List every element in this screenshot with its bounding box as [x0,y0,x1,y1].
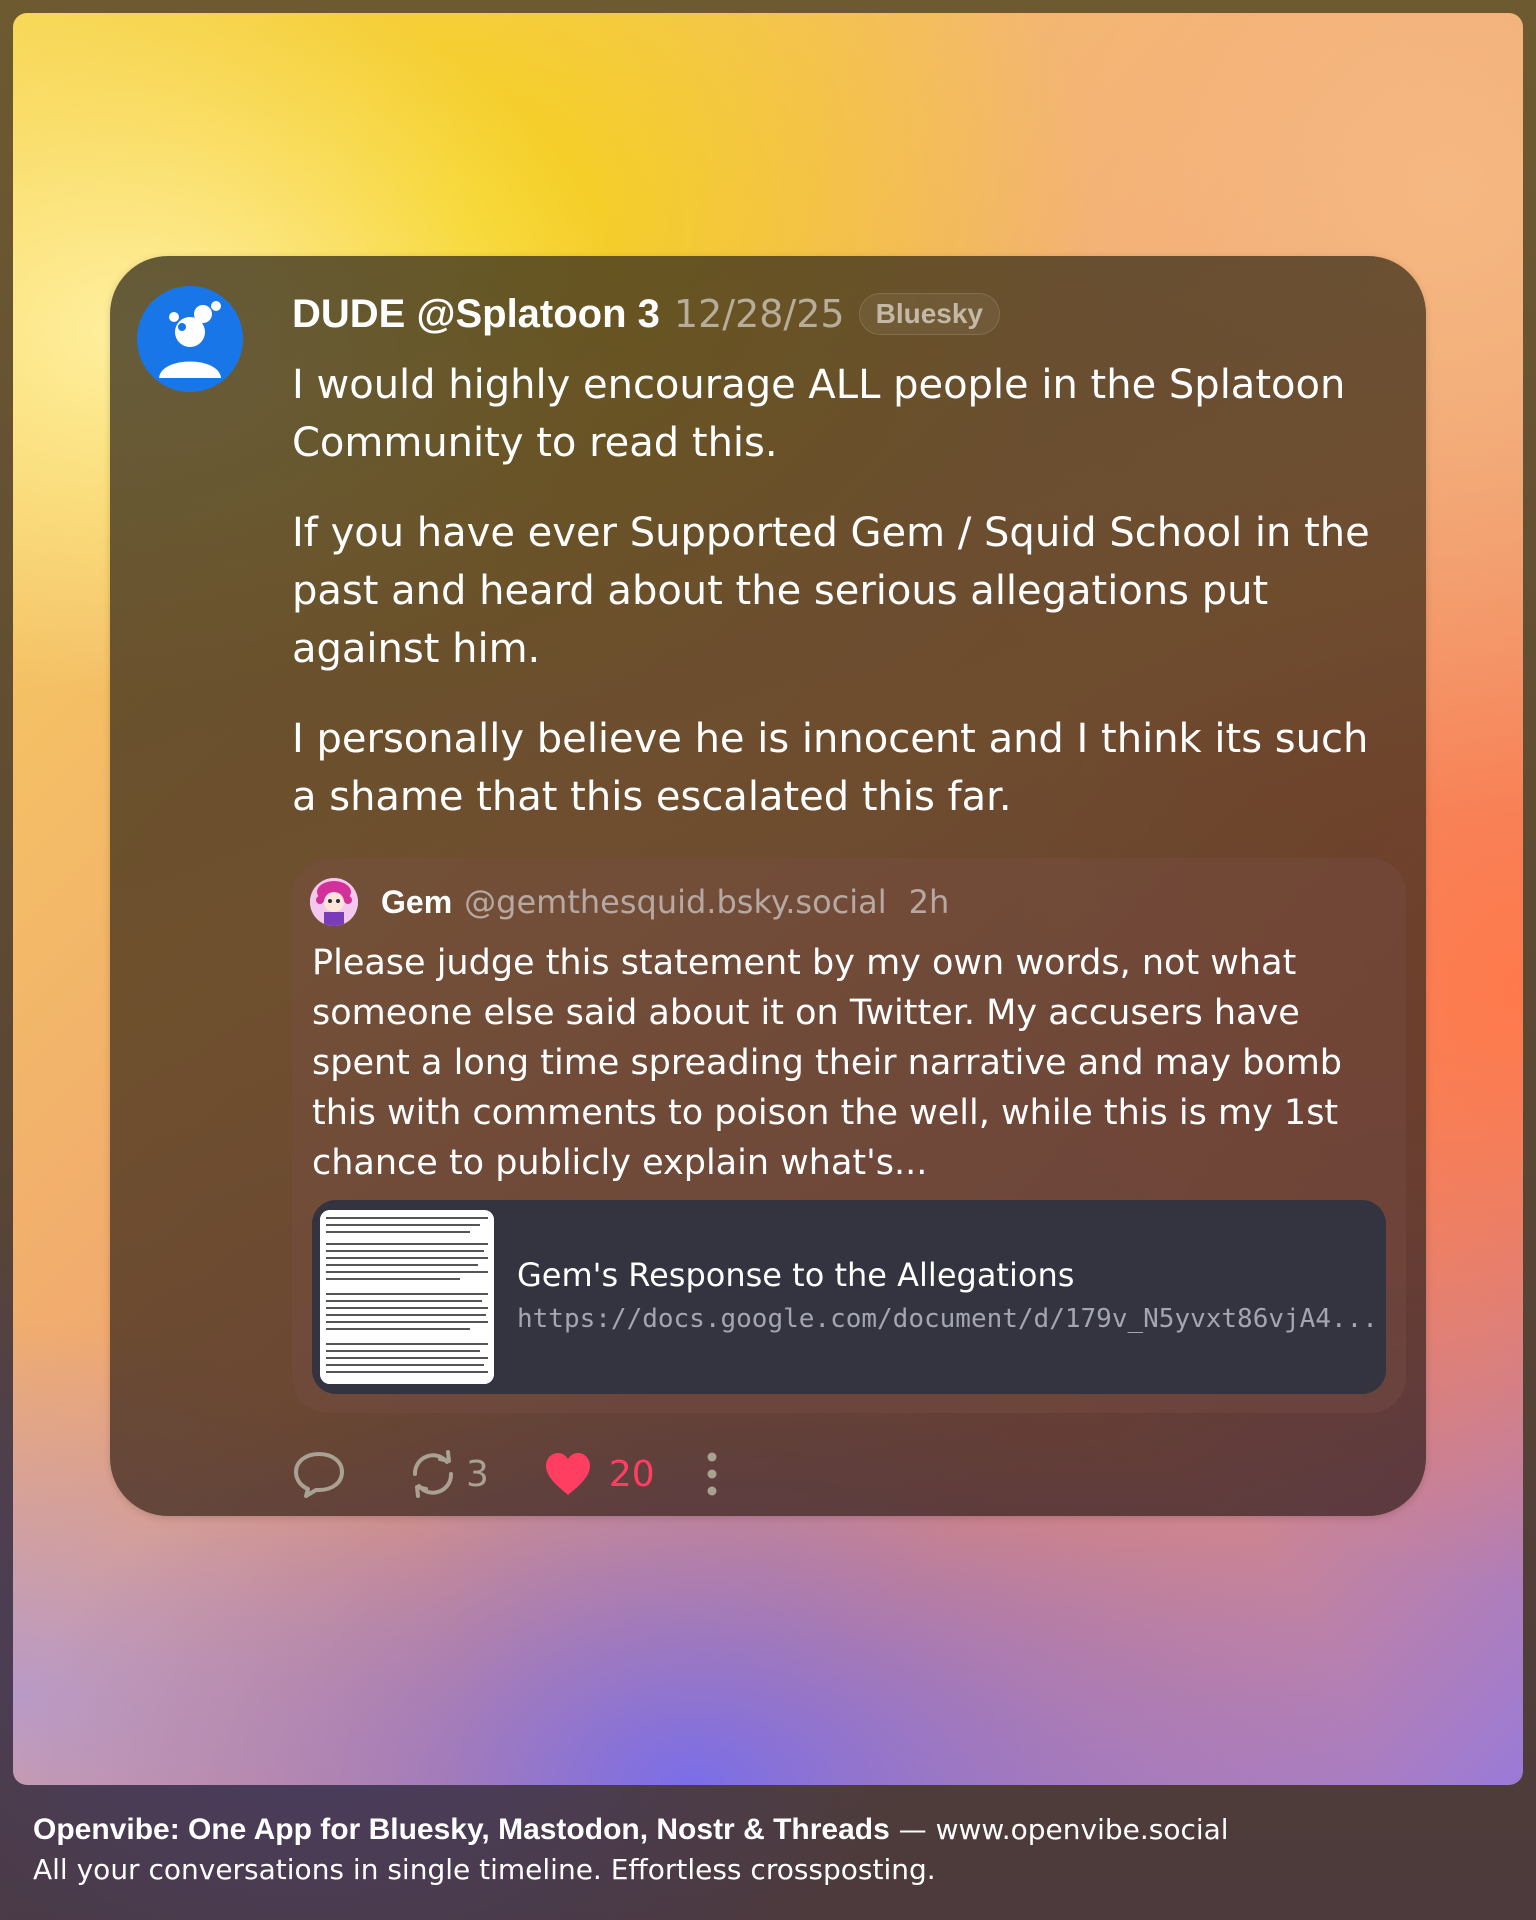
footer-line-1: Openvibe: One App for Bluesky, Mastodon,… [33,1810,1229,1850]
document-thumbnail-image [320,1210,494,1384]
more-options-button[interactable] [705,1450,719,1498]
post-actions: 3 20 [292,1444,719,1504]
gradient-canvas: DUDE @Splatoon 3 12/28/25 Bluesky I woul… [13,13,1523,1785]
quoted-author-name[interactable]: Gem [381,884,452,921]
footer-site-link[interactable]: www.openvibe.social [936,1813,1229,1846]
quoted-post-time[interactable]: 2h [909,883,950,921]
quoted-author-handle[interactable]: @gemthesquid.bsky.social [464,883,886,921]
quoted-post-text: Please judge this statement by my own wo… [312,943,1343,1183]
repost-button[interactable]: 3 [406,1449,489,1499]
footer-separator: — [889,1813,936,1846]
post-paragraph: If you have ever Supported Gem / Squid S… [292,510,1370,672]
link-preview-card[interactable]: Gem's Response to the Allegations https:… [312,1200,1386,1394]
reply-button[interactable] [292,1450,346,1498]
author-avatar[interactable] [137,286,243,392]
heart-icon [545,1453,590,1495]
like-count: 20 [608,1453,655,1495]
quoted-avatar-image [310,878,358,926]
post-text: I would highly encourage ALL people in t… [292,356,1402,858]
author-display-name[interactable]: DUDE @Splatoon 3 [292,292,660,337]
post-card[interactable]: DUDE @Splatoon 3 12/28/25 Bluesky I woul… [110,256,1426,1516]
footer-tagline: All your conversations in single timelin… [33,1853,936,1886]
link-url[interactable]: https://docs.google.com/document/d/179v_… [517,1304,1379,1334]
post-paragraph: I personally believe he is innocent and … [292,716,1369,820]
quoted-post-header: Gem @gemthesquid.bsky.social 2h [381,876,949,928]
quoted-post[interactable]: Gem @gemthesquid.bsky.social 2h Please j… [292,858,1406,1413]
speech-bubble-icon [294,1452,344,1498]
quoted-author-avatar[interactable] [310,878,358,926]
footer-brand: Openvibe: One App for Bluesky, Mastodon,… [33,1813,890,1846]
post-paragraph: I would highly encourage ALL people in t… [292,362,1346,466]
vertical-dots-icon [707,1452,717,1496]
footer: Openvibe: One App for Bluesky, Mastodon,… [33,1810,1229,1890]
like-button[interactable]: 20 [543,1451,655,1497]
link-thumbnail [320,1210,494,1384]
bluesky-default-avatar-icon [137,286,243,392]
repost-count: 3 [466,1453,489,1495]
link-title[interactable]: Gem's Response to the Allegations [517,1256,1074,1294]
repost-arrows-icon [412,1450,454,1498]
network-badge: Bluesky [858,293,1000,335]
post-header: DUDE @Splatoon 3 12/28/25 Bluesky [292,286,1000,342]
post-date[interactable]: 12/28/25 [674,292,845,336]
